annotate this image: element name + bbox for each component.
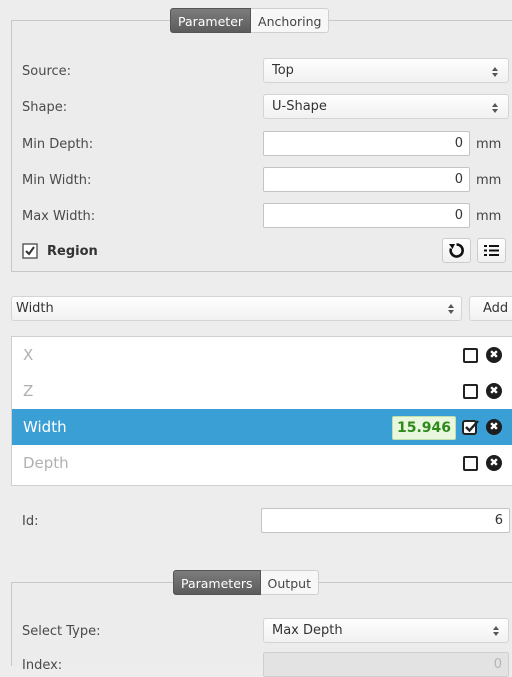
min-depth-unit: mm <box>476 137 502 152</box>
tab-parameters[interactable]: Parameters <box>173 570 261 595</box>
region-checkbox[interactable] <box>22 243 38 259</box>
list-item-label: Depth <box>23 454 69 472</box>
min-depth-input[interactable]: 0 <box>263 131 470 156</box>
tab-anchoring[interactable]: Anchoring <box>251 8 330 33</box>
tab-output[interactable]: Output <box>260 570 319 595</box>
checkbox-checked-icon <box>22 243 38 259</box>
shape-value: U-Shape <box>272 99 327 114</box>
measurement-list: X ✖ Z ✖ Width 15.946 ✖ Depth ✖ <box>11 336 512 486</box>
measurement-select-value: Width <box>16 301 54 316</box>
select-arrows-icon <box>491 64 499 87</box>
enable-checkbox[interactable] <box>463 384 478 399</box>
source-value: Top <box>272 63 294 78</box>
id-input[interactable]: 6 <box>261 508 510 533</box>
remove-icon[interactable]: ✖ <box>486 419 502 435</box>
list-item-x[interactable]: X ✖ <box>12 337 512 373</box>
select-type-value: Max Depth <box>272 623 343 638</box>
list-item-label: Width <box>23 418 67 436</box>
measurement-select[interactable]: Width <box>11 296 462 321</box>
enable-checkbox[interactable] <box>463 456 478 471</box>
select-type-label: Select Type: <box>22 624 101 639</box>
region-label: Region <box>47 244 98 259</box>
max-width-unit: mm <box>476 209 502 224</box>
select-arrows-icon <box>491 100 499 123</box>
select-type-select[interactable]: Max Depth <box>263 618 509 643</box>
min-width-label: Min Width: <box>22 173 92 188</box>
id-label: Id: <box>22 514 39 529</box>
list-item-label: Z <box>23 382 34 400</box>
shape-select[interactable]: U-Shape <box>263 94 509 119</box>
add-button[interactable]: Add <box>469 296 512 321</box>
max-width-label: Max Width: <box>22 209 96 224</box>
min-depth-label: Min Depth: <box>22 137 94 152</box>
select-arrows-icon <box>493 626 499 636</box>
max-width-input[interactable]: 0 <box>263 203 470 228</box>
list-item-label: X <box>23 346 34 364</box>
list-item-depth[interactable]: Depth ✖ <box>12 445 512 481</box>
checkbox-checked-icon[interactable] <box>462 418 480 436</box>
remove-icon[interactable]: ✖ <box>486 455 502 471</box>
shape-label: Shape: <box>22 100 68 115</box>
min-width-unit: mm <box>476 173 502 188</box>
list-item-z[interactable]: Z ✖ <box>12 373 512 409</box>
reset-icon <box>449 243 464 258</box>
enable-checkbox[interactable] <box>463 348 478 363</box>
remove-icon[interactable]: ✖ <box>486 347 502 363</box>
index-input: 0 <box>263 652 509 677</box>
source-select[interactable]: Top <box>263 58 509 83</box>
tab-parameter[interactable]: Parameter <box>170 8 252 33</box>
remove-icon[interactable]: ✖ <box>486 383 502 399</box>
source-label: Source: <box>22 64 72 79</box>
output-tabs: Parameters Output <box>173 570 319 595</box>
measurement-value-badge: 15.946 <box>392 416 457 440</box>
list-button[interactable] <box>477 238 506 263</box>
parameter-tabs: Parameter Anchoring <box>170 8 330 33</box>
list-icon <box>484 245 499 256</box>
select-arrows-icon <box>448 304 454 314</box>
min-width-input[interactable]: 0 <box>263 167 470 192</box>
reset-button[interactable] <box>442 238 471 263</box>
list-item-width[interactable]: Width 15.946 ✖ <box>12 409 512 445</box>
